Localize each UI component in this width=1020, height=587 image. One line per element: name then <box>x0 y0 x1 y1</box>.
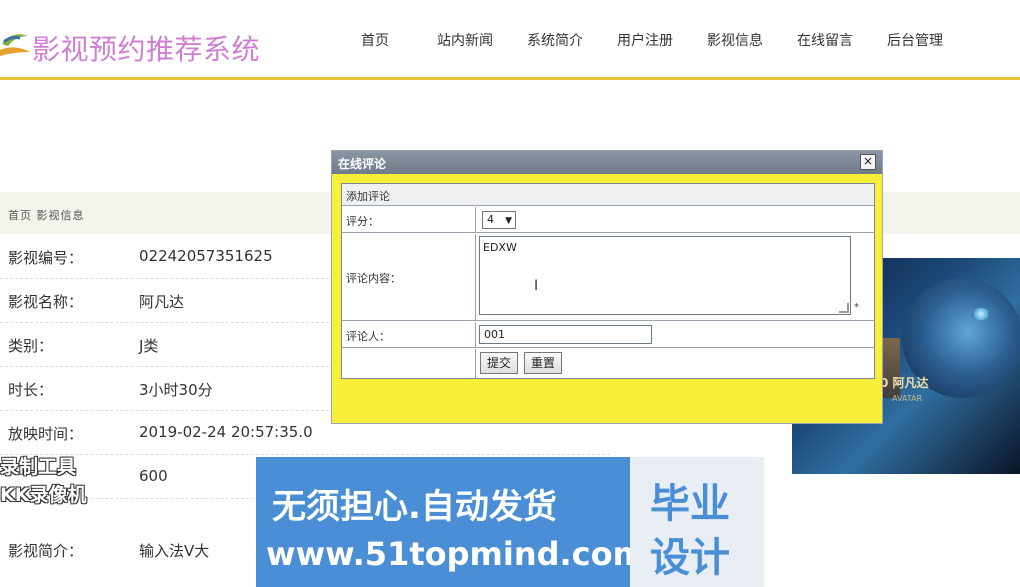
poster-title: 0 阿凡达 <box>880 376 929 390</box>
submit-button[interactable]: 提交 <box>480 352 519 374</box>
dialog-titlebar[interactable]: 在线评论 × <box>332 151 882 174</box>
detail-value: 3小时30分 <box>139 381 213 399</box>
content-label: 评论内容： <box>346 272 401 285</box>
page: 影视预约推荐系统 首页 站内新闻 系统简介 用户注册 影视信息 在线留言 后台管… <box>0 0 1020 587</box>
buttons-empty-cell <box>342 349 476 378</box>
score-label-cell: 评分： <box>342 207 476 232</box>
detail-label: 影视简介： <box>8 542 84 560</box>
content-row: 评论内容： EDXW I * <box>342 234 874 321</box>
logo-icon <box>0 34 30 56</box>
form-section-title: 添加评论 <box>346 190 390 203</box>
detail-value: 600 <box>139 467 168 485</box>
comment-dialog: 在线评论 × 添加评论 评分： 4 ▼ 评论内容： EDXW I * 评论人： … <box>331 150 883 424</box>
nav-movies[interactable]: 影视信息 <box>690 30 780 54</box>
form-section-header: 添加评论 <box>342 184 874 206</box>
nav-messages[interactable]: 在线留言 <box>780 30 870 54</box>
comment-form: 添加评论 评分： 4 ▼ 评论内容： EDXW I * 评论人： 001 提交 … <box>341 183 875 379</box>
resize-handle-icon[interactable] <box>839 303 849 313</box>
nav-register[interactable]: 用户注册 <box>600 30 690 54</box>
detail-label: 影视编号： <box>8 249 84 267</box>
detail-value: 2019-02-24 20:57:35.0 <box>139 423 313 441</box>
required-mark: * <box>854 302 859 313</box>
nav-about[interactable]: 系统简介 <box>510 30 600 54</box>
banner-line2: www.51topmind.com <box>266 535 646 573</box>
banner-line1: 无须担心.自动发货 <box>272 487 557 527</box>
banner-main: 无须担心.自动发货 www.51topmind.com <box>256 457 646 587</box>
text-cursor-icon: I <box>534 278 539 294</box>
reset-button[interactable]: 重置 <box>524 352 563 374</box>
detail-value: J类 <box>139 337 159 355</box>
poster-eye <box>972 308 990 320</box>
detail-label: 类别： <box>8 337 54 355</box>
watermark-line2: KK录像机 <box>0 484 87 506</box>
chevron-down-icon: ▼ <box>505 216 512 226</box>
banner-side-line2: 设计 <box>650 535 730 581</box>
detail-value: 输入法V大 <box>139 542 210 560</box>
content-textarea[interactable]: EDXW <box>479 236 851 315</box>
promo-banner: 无须担心.自动发货 www.51topmind.com 毕业 设计 <box>256 457 764 587</box>
buttons-row: 提交 重置 <box>342 349 874 378</box>
nav-admin[interactable]: 后台管理 <box>870 30 960 54</box>
site-title: 影视预约推荐系统 <box>32 33 261 66</box>
poster-subtitle: AVATAR <box>892 394 923 403</box>
reviewer-input[interactable]: 001 <box>479 325 652 344</box>
nav-news[interactable]: 站内新闻 <box>420 30 510 54</box>
detail-label: 影视名称： <box>8 293 84 311</box>
detail-label: 放映时间： <box>8 425 84 443</box>
reviewer-label-cell: 评论人： <box>342 322 476 347</box>
score-value: 4 <box>487 213 494 226</box>
watermark-line1: 录制工具 <box>0 456 77 478</box>
reviewer-label: 评论人： <box>346 330 390 343</box>
nav-home[interactable]: 首页 <box>330 30 420 54</box>
score-label: 评分： <box>346 215 379 228</box>
main-nav: 首页 站内新闻 系统简介 用户注册 影视信息 在线留言 后台管理 <box>330 30 960 54</box>
recorder-watermark: 录制工具 KK录像机 <box>0 452 110 508</box>
detail-value: 阿凡达 <box>139 293 185 311</box>
close-icon[interactable]: × <box>860 154 876 170</box>
detail-label: 时长： <box>8 381 54 399</box>
reviewer-row: 评论人： 001 <box>342 322 874 348</box>
dialog-title: 在线评论 <box>338 157 387 171</box>
content-label-cell: 评论内容： <box>342 234 476 320</box>
score-select[interactable]: 4 ▼ <box>482 211 516 229</box>
detail-value: 02242057351625 <box>139 247 273 265</box>
banner-side-line1: 毕业 <box>650 481 730 527</box>
breadcrumb: 首页 影视信息 <box>8 209 85 222</box>
banner-side: 毕业 设计 <box>630 457 764 587</box>
content-text: EDXW <box>483 241 517 254</box>
score-row: 评分： 4 ▼ <box>342 207 874 233</box>
site-header: 影视预约推荐系统 首页 站内新闻 系统简介 用户注册 影视信息 在线留言 后台管… <box>0 0 1020 80</box>
